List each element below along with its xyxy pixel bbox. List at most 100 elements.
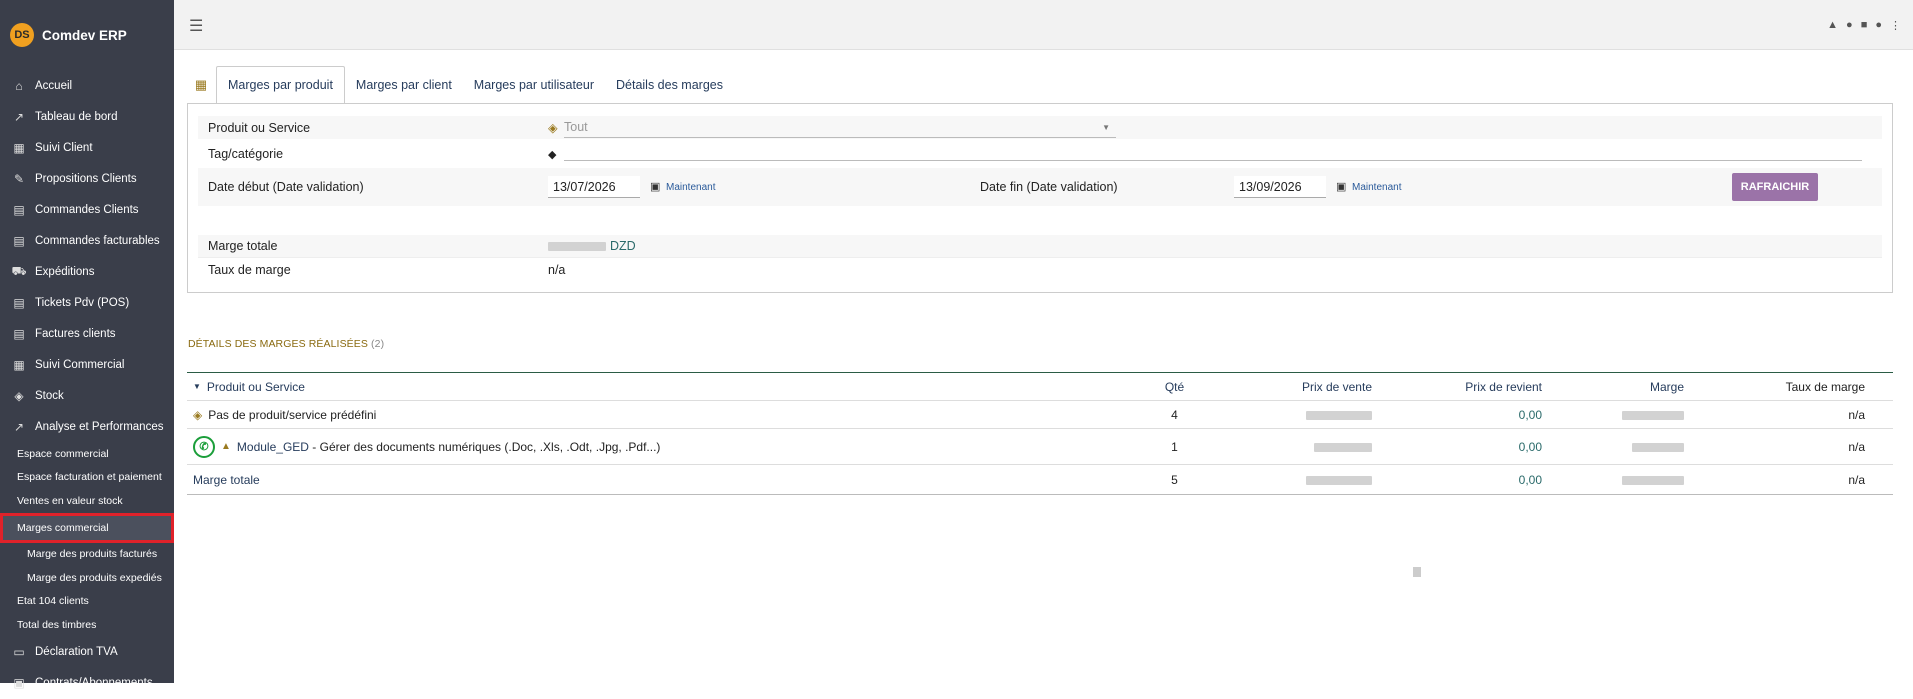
filter-row-tag: Tag/catégorie ◆ (198, 140, 1882, 168)
sidebar-item-label: Tableau de bord (35, 110, 118, 123)
sidebar-item-tickets-pdv-pos[interactable]: ▤ Tickets Pdv (POS) (0, 287, 174, 318)
details-count: (2) (371, 338, 385, 350)
sidebar-item-commandes-clients[interactable]: ▤ Commandes Clients (0, 194, 174, 225)
file-icon: ▤ (13, 295, 25, 310)
more-vertical-icon[interactable]: ⋮ (1890, 19, 1901, 32)
box-icon: ◈ (548, 121, 558, 135)
main-content: ▦ Marges par produit Marges par client M… (174, 50, 1913, 683)
filter-row-product: Produit ou Service ◈ Tout ▼ (198, 116, 1882, 139)
building-icon: ▦ (13, 357, 25, 372)
col-qty-header[interactable]: Qté (1157, 380, 1192, 394)
end-now-link[interactable]: Maintenant (1352, 182, 1401, 193)
trash-icon[interactable]: ■ (1861, 19, 1868, 32)
filter-row-dates: Date début (Date validation) 13/07/2026 … (198, 168, 1882, 206)
total-margin-value: DZD (548, 239, 636, 253)
sidebar-item-ventes-en-valeur-stock[interactable]: Ventes en valeur stock (0, 489, 174, 513)
topbar: ☰ ▲ ● ■ ● ⋮ (174, 0, 1913, 50)
tab-marges-par-utilisateur[interactable]: Marges par utilisateur (463, 66, 605, 104)
notification-icon[interactable]: ▲ (1827, 19, 1838, 32)
sidebar-item-declaration-tva[interactable]: ▭ Déclaration TVA (0, 637, 174, 668)
file-icon: ▤ (13, 233, 25, 248)
chat-icon[interactable]: ● (1846, 19, 1853, 32)
total-margin-rate: n/a (1848, 472, 1865, 487)
sidebar-item-suivi-client[interactable]: ▦ Suivi Client (0, 132, 174, 163)
calendar-icon[interactable]: ▣ (1336, 180, 1346, 193)
sidebar-item-expeditions[interactable]: ⛟ Expéditions (0, 256, 174, 287)
sidebar-item-propositions-clients[interactable]: ✎ Propositions Clients (0, 163, 174, 194)
box-icon: ◈ (14, 388, 24, 403)
sidebar-item-suivi-commercial[interactable]: ▦ Suivi Commercial (0, 349, 174, 380)
total-cost-price: 0,00 (1518, 472, 1542, 487)
user-avatar-icon[interactable]: ● (1875, 19, 1882, 32)
sidebar-item-label: Commandes facturables (35, 234, 160, 247)
sidebar-item-marge-des-produits-expedies[interactable]: Marge des produits expediés (0, 566, 174, 590)
dolly-icon: ⛟ (11, 263, 27, 278)
tab-marges-par-produit[interactable]: Marges par produit (216, 66, 345, 104)
row-cost-price: 0,00 (1518, 407, 1542, 422)
sidebar-item-total-des-timbres[interactable]: Total des timbres (0, 613, 174, 637)
end-date-input[interactable]: 13/09/2026 (1234, 176, 1326, 198)
sidebar-item-label: Contrats/Abonnements (35, 677, 153, 689)
hamburger-menu-icon[interactable]: ☰ (189, 16, 203, 36)
sidebar-item-analyse-et-performances[interactable]: ↗ Analyse et Performances (0, 411, 174, 442)
col-margin-header[interactable]: Marge (1542, 380, 1684, 394)
end-date-label: Date fin (Date validation) (980, 180, 1118, 194)
tag-icon: ◆ (548, 148, 557, 161)
sidebar-item-accueil[interactable]: ⌂ Accueil (0, 70, 174, 101)
start-date-input[interactable]: 13/07/2026 (548, 176, 640, 198)
col-margin-rate-header[interactable]: Taux de marge (1684, 380, 1869, 394)
sidebar-item-contrats-abonnements[interactable]: ▣ Contrats/Abonnements (0, 668, 174, 699)
product-type-icon: ▲ (221, 441, 231, 452)
calendar-icon[interactable]: ▣ (650, 180, 660, 193)
sidebar-item-espace-facturation-et-paiement[interactable]: Espace facturation et paiement (0, 466, 174, 490)
total-margin-label: Marge totale (208, 239, 278, 253)
sidebar-item-tableau-de-bord[interactable]: ↗ Tableau de bord (0, 101, 174, 132)
sidebar-item-label: Commandes Clients (35, 203, 139, 216)
col-product-header[interactable]: ▼ Produit ou Service (187, 380, 1157, 394)
refresh-button[interactable]: RAFRAICHIR (1732, 173, 1818, 201)
product-label: Produit ou Service (208, 120, 311, 135)
sidebar-item-stock[interactable]: ◈ Stock (0, 380, 174, 411)
tag-input[interactable] (564, 160, 1862, 161)
table-row: ✆ ▲ Module_GED - Gérer des documents num… (187, 429, 1893, 465)
home-icon: ⌂ (15, 78, 23, 93)
chart-line-icon: ↗ (13, 109, 25, 124)
masked-amount (1314, 442, 1372, 452)
total-row-label: Marge totale (193, 472, 260, 487)
table-header: ▼ Produit ou Service Qté Prix de vente P… (187, 373, 1893, 401)
id-card-icon: ▭ (13, 645, 25, 659)
brand[interactable]: DS Comdev ERP (0, 0, 174, 70)
sidebar-item-etat-104-clients[interactable]: Etat 104 clients (0, 590, 174, 614)
sidebar-item-label: Tickets Pdv (POS) (35, 296, 130, 309)
masked-amount (1306, 475, 1372, 485)
product-select-value: Tout (564, 120, 588, 134)
tab-details-des-marges[interactable]: Détails des marges (605, 66, 734, 104)
sidebar-item-label: Stock (35, 389, 64, 402)
sidebar-item-label: Analyse et Performances (35, 420, 164, 433)
sidebar-item-label: Suivi Client (35, 141, 93, 154)
start-now-link[interactable]: Maintenant (666, 182, 715, 193)
tab-marges-par-client[interactable]: Marges par client (345, 66, 463, 104)
margin-rate-value: n/a (548, 262, 566, 277)
row-cost-price: 0,00 (1518, 439, 1542, 454)
sidebar-item-commandes-facturables[interactable]: ▤ Commandes facturables (0, 225, 174, 256)
top-icons: ▲ ● ■ ● ⋮ (1827, 19, 1901, 32)
sidebar-item-marges-commercial[interactable]: Marges commercial (0, 512, 174, 543)
row-product-cell: ◈ Pas de produit/service prédéfini (187, 408, 1157, 422)
file-edit-icon: ✎ (13, 171, 25, 186)
col-product-label: Produit ou Service (206, 379, 305, 394)
module-ged-link[interactable]: Module_GED (237, 440, 309, 454)
product-select[interactable]: Tout ▼ (564, 118, 1116, 138)
row-product-cell: ✆ ▲ Module_GED - Gérer des documents num… (187, 435, 1157, 458)
sidebar-item-label: Accueil (35, 79, 73, 92)
sidebar-item-marge-des-produits-factures[interactable]: Marge des produits facturés (0, 543, 174, 567)
col-cost-price-header[interactable]: Prix de revient (1372, 380, 1542, 394)
sidebar-item-label: Factures clients (35, 327, 116, 340)
col-sale-price-header[interactable]: Prix de vente (1192, 380, 1372, 394)
sidebar-item-factures-clients[interactable]: ▤ Factures clients (0, 318, 174, 349)
whatsapp-icon: ✆ (193, 435, 215, 458)
tabs: ▦ Marges par produit Marges par client M… (186, 66, 734, 104)
box-icon: ◈ (193, 407, 203, 422)
start-date-label: Date début (Date validation) (208, 180, 364, 194)
sidebar-item-espace-commercial[interactable]: Espace commercial (0, 442, 174, 466)
